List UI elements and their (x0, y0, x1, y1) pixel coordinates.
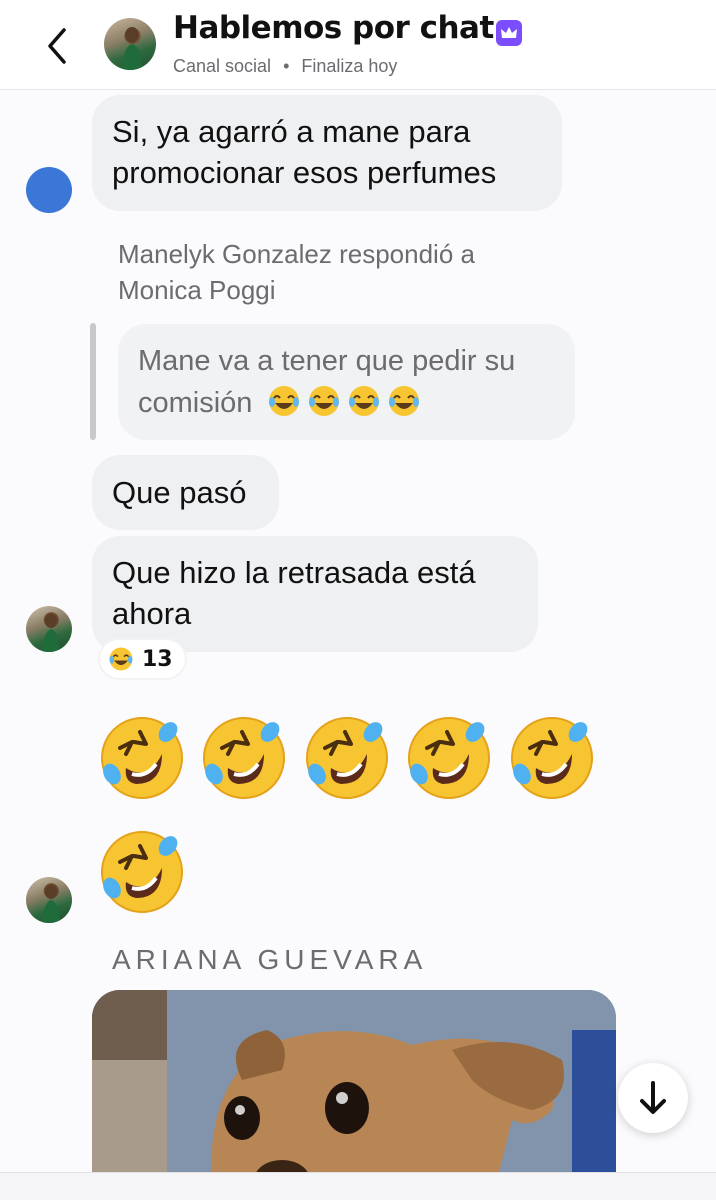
sender-name: ARIANA GUEVARA (112, 944, 428, 975)
channel-title[interactable]: Hablemos por chat (173, 10, 494, 46)
chat-header: Hablemos por chat Canal social • Finaliza … (0, 0, 716, 90)
back-button[interactable] (36, 24, 80, 68)
chat-screen: Hablemos por chat Canal social • Finaliza … (0, 0, 716, 1200)
reaction-pill[interactable]: 13 (100, 640, 185, 678)
reply-header: Manelyk Gonzalez respondió a Monica Pogg… (118, 239, 475, 305)
tears-of-joy-icon (109, 647, 133, 671)
rolling-on-floor-laughing-icon (302, 716, 389, 800)
separator-dot: • (283, 56, 290, 76)
rolling-on-floor-laughing-icon (97, 716, 184, 800)
message-text: Si, ya agarró a mane para promocionar es… (112, 114, 497, 190)
channel-subtitle: Canal social • Finaliza hoy (173, 56, 397, 77)
tears-of-joy-icon (267, 384, 427, 430)
channel-status: Finaliza hoy (301, 56, 398, 76)
channel-type: Canal social (173, 56, 272, 76)
avatar[interactable] (26, 877, 72, 923)
rolling-on-floor-laughing-icon (97, 830, 184, 914)
message-bubble[interactable]: Que pasó (92, 455, 279, 530)
channel-avatar-image (122, 27, 142, 70)
dog-image (92, 990, 616, 1200)
media-image[interactable] (92, 990, 616, 1200)
channel-avatar[interactable] (104, 18, 156, 70)
message-text: Que pasó (112, 475, 247, 510)
reaction-count: 13 (142, 646, 173, 672)
avatar[interactable] (26, 167, 72, 213)
message-bubble[interactable]: Que hizo la retrasada está ahora (92, 536, 538, 652)
composer-bar-edge (0, 1172, 716, 1200)
scroll-down-button[interactable] (618, 1063, 688, 1133)
avatar[interactable] (26, 606, 72, 652)
arrow-down-icon (640, 1081, 666, 1114)
quoted-message[interactable]: Mane va a tener que pedir su comisión (118, 324, 575, 440)
quote-bar (90, 323, 96, 440)
message-text: Que hizo la retrasada está ahora (112, 555, 476, 631)
rolling-on-floor-laughing-icon (199, 716, 286, 800)
rolling-on-floor-laughing-icon (404, 716, 491, 800)
rolling-on-floor-laughing-icon (507, 716, 594, 800)
crown-icon (496, 20, 522, 46)
message-bubble[interactable]: Si, ya agarró a mane para promocionar es… (92, 95, 562, 211)
chevron-left-icon (48, 28, 66, 64)
